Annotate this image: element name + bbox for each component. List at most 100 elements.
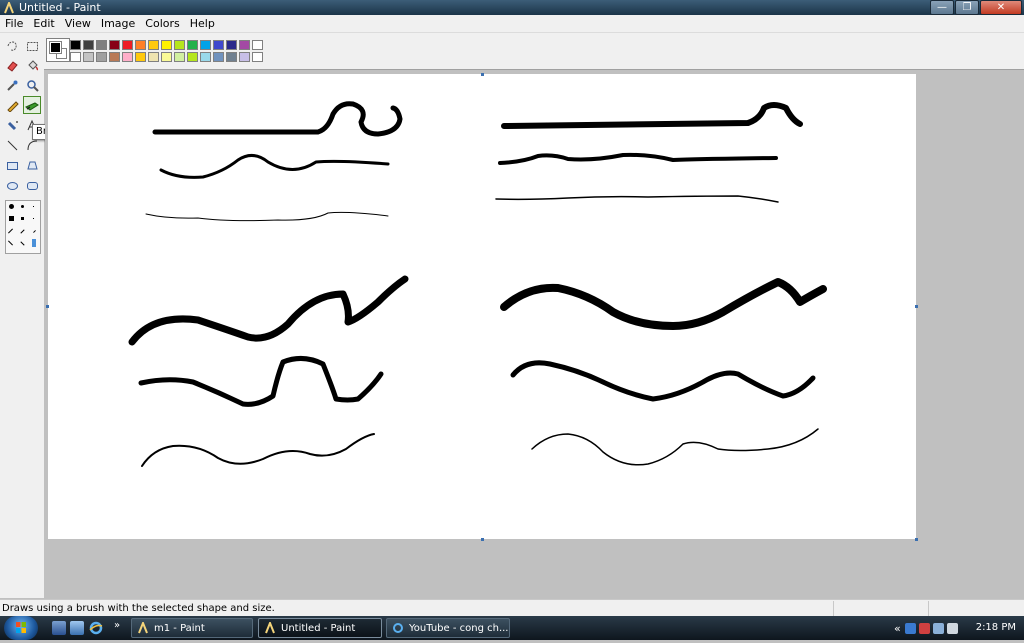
color-swatch[interactable] xyxy=(70,40,81,50)
close-button[interactable]: ✕ xyxy=(980,0,1022,15)
window-controls: — ❐ ✕ xyxy=(930,0,1022,15)
internet-explorer-icon xyxy=(393,623,403,633)
pencil-icon[interactable] xyxy=(4,97,20,113)
show-desktop-icon[interactable] xyxy=(52,621,66,635)
rectangle-icon[interactable] xyxy=(4,157,20,173)
task-label: Untitled - Paint xyxy=(281,622,356,634)
paint-app-icon xyxy=(4,1,14,13)
select-icon[interactable] xyxy=(24,38,40,54)
clock[interactable]: 2:18 PM xyxy=(976,616,1016,640)
system-tray: « 2:18 PM xyxy=(888,616,1024,640)
rounded-rectangle-icon[interactable] xyxy=(24,177,40,193)
color-swatch[interactable] xyxy=(174,52,185,62)
stroke-left-5 xyxy=(138,356,384,407)
tray-app-icon[interactable] xyxy=(904,622,916,634)
color-swatch[interactable] xyxy=(83,52,94,62)
stroke-left-4 xyxy=(128,275,409,346)
window-title: Untitled - Paint xyxy=(19,0,101,14)
menu-file[interactable]: File xyxy=(0,16,28,32)
resize-handle-right[interactable] xyxy=(915,305,918,308)
stroke-right-4 xyxy=(500,278,827,330)
color-swatch[interactable] xyxy=(200,40,211,50)
color-swatches xyxy=(70,40,264,63)
internet-explorer-icon[interactable] xyxy=(89,621,103,635)
color-swatch[interactable] xyxy=(135,40,146,50)
paint-app-icon xyxy=(265,622,275,634)
menu-help[interactable]: Help xyxy=(185,16,220,32)
windows-logo-icon xyxy=(16,622,26,633)
tray-expand-chevron[interactable]: « xyxy=(894,622,901,635)
color-swatch[interactable] xyxy=(239,52,250,62)
free-form-select-icon[interactable] xyxy=(4,38,20,54)
drawing-canvas[interactable] xyxy=(48,74,916,539)
color-swatch[interactable] xyxy=(161,52,172,62)
color-swatch[interactable] xyxy=(252,52,263,62)
task-label: m1 - Paint xyxy=(154,622,205,634)
airbrush-icon[interactable] xyxy=(4,117,20,133)
taskbar-item-untitled-paint[interactable]: Untitled - Paint xyxy=(258,618,382,638)
color-swatch[interactable] xyxy=(239,40,250,50)
color-swatch[interactable] xyxy=(213,52,224,62)
toolbox xyxy=(0,34,44,598)
taskbar-item-m1-paint[interactable]: m1 - Paint xyxy=(131,618,253,638)
eraser-icon[interactable] xyxy=(4,57,20,73)
color-swatch[interactable] xyxy=(174,40,185,50)
color-swatch[interactable] xyxy=(122,52,133,62)
color-swatch[interactable] xyxy=(252,40,263,50)
status-text: Draws using a brush with the selected sh… xyxy=(2,603,275,614)
color-swatch[interactable] xyxy=(109,40,120,50)
resize-handle-top[interactable] xyxy=(481,73,484,76)
magnifier-icon[interactable] xyxy=(24,77,40,93)
tray-security-icon[interactable] xyxy=(918,622,930,634)
resize-handle-bottom[interactable] xyxy=(481,538,484,541)
start-button[interactable] xyxy=(4,616,38,640)
color-swatch[interactable] xyxy=(122,40,133,50)
color-swatch[interactable] xyxy=(200,52,211,62)
minimize-button[interactable]: — xyxy=(930,0,954,15)
tray-network-icon[interactable] xyxy=(932,622,944,634)
color-swatch[interactable] xyxy=(226,52,237,62)
color-selector[interactable] xyxy=(46,38,70,62)
resize-handle-corner[interactable] xyxy=(915,538,918,541)
brush-shape-options[interactable] xyxy=(5,200,41,254)
line-icon[interactable] xyxy=(4,137,20,153)
stroke-right-2 xyxy=(498,152,778,165)
color-swatch[interactable] xyxy=(187,52,198,62)
color-swatch[interactable] xyxy=(96,40,107,50)
resize-handle-left[interactable] xyxy=(46,305,49,308)
ellipse-icon[interactable] xyxy=(4,177,20,193)
menu-colors[interactable]: Colors xyxy=(140,16,184,32)
color-swatch[interactable] xyxy=(135,52,146,62)
fill-bucket-icon[interactable] xyxy=(24,57,40,73)
foreground-color[interactable] xyxy=(49,41,62,54)
color-swatch[interactable] xyxy=(148,52,159,62)
color-swatch[interactable] xyxy=(96,52,107,62)
status-separator xyxy=(833,601,834,616)
stroke-right-1 xyxy=(501,102,803,129)
canvas-workspace[interactable] xyxy=(45,70,1024,599)
menu-image[interactable]: Image xyxy=(96,16,140,32)
tray-volume-icon[interactable] xyxy=(946,622,958,634)
color-swatch[interactable] xyxy=(161,40,172,50)
taskbar-item-youtube[interactable]: YouTube - cong ch... xyxy=(386,618,510,638)
taskbar: » m1 - Paint Untitled - Paint YouTube - … xyxy=(0,616,1024,640)
color-swatch[interactable] xyxy=(148,40,159,50)
stroke-left-6 xyxy=(141,433,375,467)
color-swatch[interactable] xyxy=(187,40,198,50)
menu-edit[interactable]: Edit xyxy=(28,16,59,32)
brush-icon[interactable] xyxy=(23,96,41,114)
color-swatch[interactable] xyxy=(109,52,120,62)
stroke-left-1 xyxy=(152,101,403,137)
color-picker-icon[interactable] xyxy=(4,77,20,93)
title-bar[interactable]: Untitled - Paint — ❐ ✕ xyxy=(0,0,1024,15)
color-swatch[interactable] xyxy=(213,40,224,50)
color-swatch[interactable] xyxy=(70,52,81,62)
color-swatch[interactable] xyxy=(226,40,237,50)
switch-windows-icon[interactable] xyxy=(70,621,84,635)
status-separator xyxy=(928,601,929,616)
menu-view[interactable]: View xyxy=(60,16,96,32)
color-swatch[interactable] xyxy=(83,40,94,50)
quicklaunch-more[interactable]: » xyxy=(114,620,120,631)
polygon-icon[interactable] xyxy=(24,157,40,173)
maximize-button[interactable]: ❐ xyxy=(955,0,979,15)
